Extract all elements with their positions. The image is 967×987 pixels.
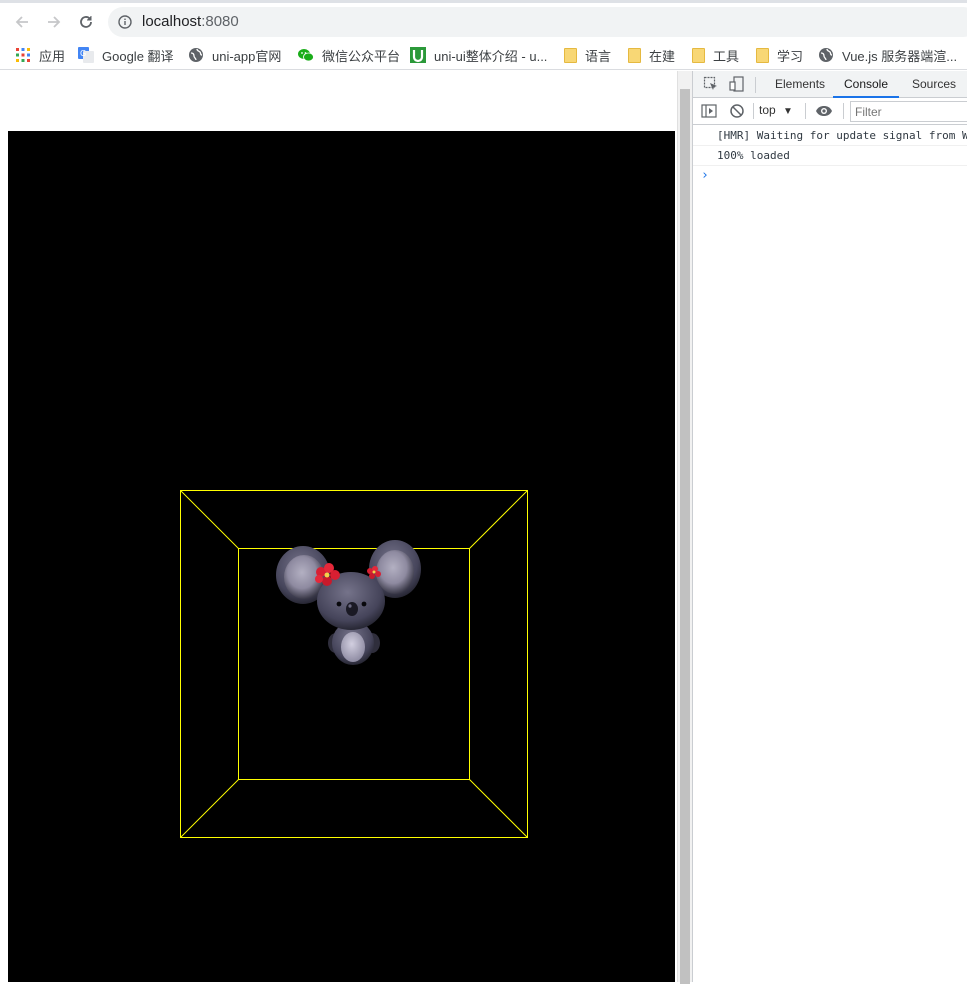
webgl-canvas[interactable] [8,131,675,982]
bookmark-label: 微信公众平台 [322,48,401,64]
context-value: top [759,103,776,117]
console-log-line: [HMR] Waiting for update signal from WDS… [693,126,967,146]
reload-icon [80,16,92,28]
console-output: [HMR] Waiting for update signal from WDS… [693,126,967,186]
bookmark-label: uni-ui整体介绍 - u... [434,48,548,64]
inspect-element-icon[interactable] [703,76,719,92]
bookmark-label: 语言 [585,48,612,64]
folder-icon [756,47,769,63]
tab-console[interactable]: Console [833,71,899,98]
bookmark-folder-building[interactable]: 在建 [628,44,675,66]
folder-icon [628,47,641,63]
bookmark-label: uni-app官网 [212,48,282,64]
folder-icon [564,47,577,63]
arrow-right-icon [48,16,61,28]
bookmarks-bar: 应用 G Google 翻译 uni-app官网 微信公众平台 uni-ui整体… [0,40,967,70]
eye-icon[interactable] [815,104,833,118]
back-button[interactable] [10,10,34,34]
bookmark-folder-study[interactable]: 学习 [756,44,803,66]
scrollbar-thumb[interactable] [680,89,690,984]
folder-icon [692,47,705,63]
forward-button[interactable] [42,10,66,34]
console-filter-input[interactable]: Filter [850,101,967,122]
bookmark-folder-tools[interactable]: 工具 [692,44,739,66]
bookmark-label: Vue.js 服务器端渲... [842,48,958,64]
show-sidebar-icon[interactable] [701,103,717,119]
console-toolbar: top ▼ Filter [693,98,967,125]
svg-text:G: G [80,49,86,58]
tab-sources[interactable]: Sources [910,71,958,98]
tab-elements[interactable]: Elements [773,71,827,98]
browser-toolbar: localhost:8080 [0,0,967,40]
bookmark-uni-ui[interactable]: uni-ui整体介绍 - u... [410,44,547,66]
device-toolbar-icon[interactable] [729,76,745,92]
info-icon[interactable] [118,15,132,29]
apps-grid-icon [16,48,30,62]
google-translate-icon: G [78,47,94,63]
globe-icon [189,48,203,62]
bookmark-label: Google 翻译 [102,48,174,64]
devtools-tabbar: Elements Console Sources [693,71,967,98]
reload-button[interactable] [74,10,98,34]
page-viewport [0,71,677,982]
bookmark-label: 在建 [649,48,676,64]
bookmark-label: 工具 [713,48,740,64]
bookmark-apps[interactable]: 应用 [15,44,65,66]
uni-icon [410,47,426,63]
wechat-icon [298,49,314,62]
clear-console-icon[interactable] [729,103,745,119]
arrow-left-icon [15,16,28,28]
console-log-line: 100% loaded [693,146,967,166]
bookmark-wechat[interactable]: 微信公众平台 [298,44,400,66]
console-prompt[interactable]: › [693,166,967,186]
filter-placeholder: Filter [855,105,882,119]
bookmark-uni-app[interactable]: uni-app官网 [188,44,281,66]
bookmark-label: 学习 [777,48,804,64]
url-text: localhost:8080 [142,13,239,30]
bookmark-vue-ssr[interactable]: Vue.js 服务器端渲... [818,44,957,66]
globe-icon [819,48,833,62]
bookmark-label: 应用 [39,48,66,64]
scene-svg [180,490,528,838]
context-selector[interactable]: top ▼ [759,103,793,117]
koala-model [276,540,421,665]
page-scrollbar[interactable] [677,71,692,984]
devtools-panel: Elements Console Sources top ▼ Filter [H… [692,71,967,982]
address-bar[interactable]: localhost:8080 [108,7,967,37]
bookmark-folder-language[interactable]: 语言 [564,44,611,66]
dropdown-arrow-icon: ▼ [783,106,793,117]
bookmark-google-translate[interactable]: G Google 翻译 [78,44,174,66]
